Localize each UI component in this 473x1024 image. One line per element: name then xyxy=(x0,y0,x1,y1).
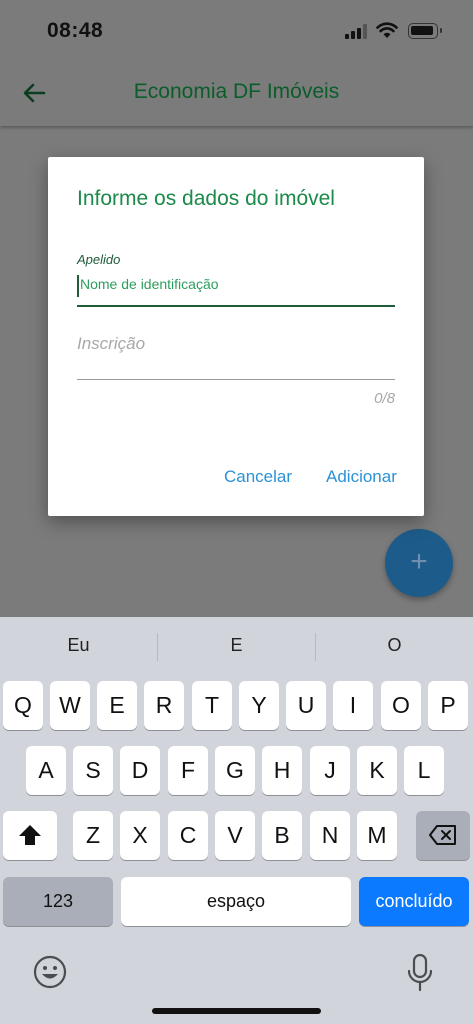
key-x[interactable]: X xyxy=(120,811,160,860)
keyboard: Eu E O Q W E R T Y U I O P A S D F G H J… xyxy=(0,617,473,1024)
suggestion-3[interactable]: O xyxy=(316,635,473,656)
registration-label: Inscrição xyxy=(77,334,146,353)
key-b[interactable]: B xyxy=(262,811,302,860)
key-j[interactable]: J xyxy=(310,746,350,795)
key-p[interactable]: P xyxy=(428,681,468,730)
key-e[interactable]: E xyxy=(97,681,137,730)
nickname-placeholder: Nome de identificação xyxy=(80,276,219,292)
key-h[interactable]: H xyxy=(262,746,302,795)
key-t[interactable]: T xyxy=(192,681,232,730)
add-property-fab[interactable]: + xyxy=(385,529,453,597)
suggestion-2[interactable]: E xyxy=(158,635,315,656)
key-l[interactable]: L xyxy=(404,746,444,795)
suggestion-1[interactable]: Eu xyxy=(0,635,157,656)
registration-input[interactable]: Inscrição xyxy=(77,330,395,380)
key-w[interactable]: W xyxy=(50,681,90,730)
wifi-icon xyxy=(376,22,398,38)
done-key[interactable]: concluído xyxy=(359,877,469,926)
battery-icon xyxy=(408,23,442,39)
app-bar: Economia DF Imóveis xyxy=(0,62,473,126)
key-q[interactable]: Q xyxy=(3,681,43,730)
key-y[interactable]: Y xyxy=(239,681,279,730)
key-u[interactable]: U xyxy=(286,681,326,730)
key-a[interactable]: A xyxy=(26,746,66,795)
backspace-key[interactable] xyxy=(416,811,470,860)
plus-icon: + xyxy=(410,545,428,578)
nickname-label: Apelido xyxy=(77,252,121,267)
dialog-title: Informe os dados do imóvel xyxy=(77,187,335,210)
key-f[interactable]: F xyxy=(168,746,208,795)
cellular-signal-icon xyxy=(345,24,369,39)
app-title: Economia DF Imóveis xyxy=(133,80,340,103)
space-key[interactable]: espaço xyxy=(121,877,351,926)
microphone-icon[interactable] xyxy=(406,954,434,992)
key-d[interactable]: D xyxy=(120,746,160,795)
key-z[interactable]: Z xyxy=(73,811,113,860)
key-i[interactable]: I xyxy=(333,681,373,730)
property-dialog: Informe os dados do imóvel Apelido Nome … xyxy=(48,157,424,516)
key-k[interactable]: K xyxy=(357,746,397,795)
key-s[interactable]: S xyxy=(73,746,113,795)
key-v[interactable]: V xyxy=(215,811,255,860)
backspace-icon xyxy=(429,825,456,845)
emoji-icon[interactable] xyxy=(33,955,67,989)
shift-icon xyxy=(19,825,41,845)
key-o[interactable]: O xyxy=(381,681,421,730)
nickname-input[interactable]: Nome de identificação xyxy=(77,273,395,307)
key-g[interactable]: G xyxy=(215,746,255,795)
key-c[interactable]: C xyxy=(168,811,208,860)
key-r[interactable]: R xyxy=(144,681,184,730)
cancel-button[interactable]: Cancelar xyxy=(224,467,292,487)
text-cursor xyxy=(77,275,79,297)
status-time: 08:48 xyxy=(47,19,104,42)
numbers-key[interactable]: 123 xyxy=(3,877,113,926)
status-bar: 08:48 xyxy=(0,0,473,62)
key-m[interactable]: M xyxy=(357,811,397,860)
shift-key[interactable] xyxy=(3,811,57,860)
key-n[interactable]: N xyxy=(310,811,350,860)
home-indicator xyxy=(152,1008,321,1014)
add-button[interactable]: Adicionar xyxy=(326,467,397,487)
character-counter: 0/8 xyxy=(374,390,395,407)
